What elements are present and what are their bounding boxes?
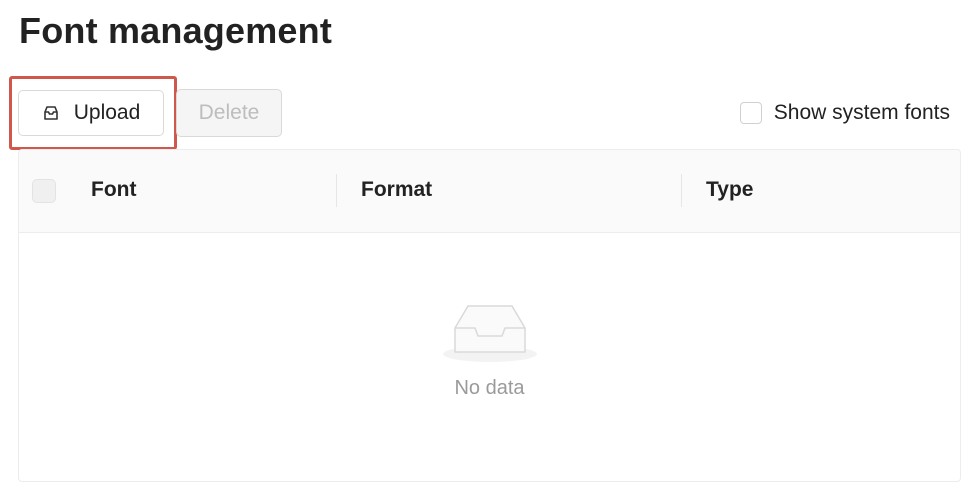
column-divider: [336, 174, 337, 207]
delete-button[interactable]: Delete: [176, 89, 282, 137]
show-system-fonts-label: Show system fonts: [773, 101, 950, 124]
table-header: Font Format Type: [19, 150, 960, 233]
column-header-type[interactable]: Type: [706, 178, 753, 202]
page-title: Font management: [19, 10, 333, 51]
inbox-icon: [42, 104, 60, 122]
delete-button-label: Delete: [198, 101, 260, 124]
select-all-checkbox[interactable]: [32, 179, 56, 203]
empty-inbox-icon: [440, 300, 540, 369]
column-header-font[interactable]: Font: [91, 178, 136, 202]
empty-state: No data: [19, 300, 960, 400]
font-management-page: Font management Upload Delete Show syste…: [0, 0, 978, 498]
column-divider: [681, 174, 682, 207]
upload-button[interactable]: Upload: [18, 90, 164, 136]
column-header-format[interactable]: Format: [361, 178, 432, 202]
empty-state-text: No data: [454, 377, 525, 399]
upload-button-label: Upload: [73, 101, 141, 124]
show-system-fonts-toggle[interactable]: Show system fonts: [739, 101, 950, 125]
show-system-fonts-checkbox[interactable]: [739, 102, 762, 124]
fonts-table: Font Format Type No data: [18, 149, 961, 482]
